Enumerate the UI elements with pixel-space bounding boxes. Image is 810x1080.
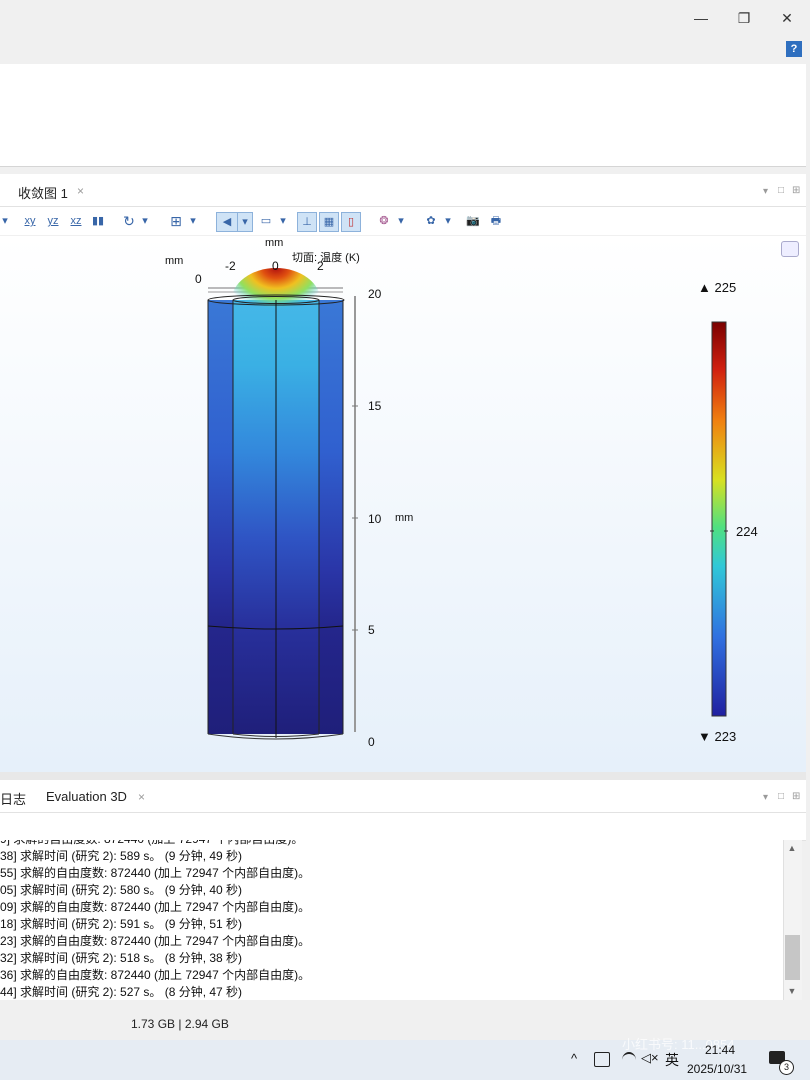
log-line: 38] 求解时间 (研究 2): 589 s。 (9 分钟, 49 秒): [0, 849, 243, 863]
plot-title: 切面: 温度 (K): [292, 252, 360, 264]
left-axis-unit: mm: [165, 255, 184, 267]
log-toolbar: [0, 813, 806, 841]
tray-app-icon[interactable]: [594, 1052, 610, 1067]
select-icon[interactable]: ⊞: [167, 212, 185, 230]
tab-close-icon[interactable]: ×: [77, 184, 84, 198]
help-button[interactable]: ?: [786, 41, 802, 57]
render-icon[interactable]: ❂: [375, 212, 393, 230]
window-icon[interactable]: ▭: [258, 212, 274, 230]
close-button[interactable]: ✕: [772, 6, 802, 30]
colorbar-max-label: ▲ 225: [698, 280, 737, 295]
dropdown-icon[interactable]: ▾: [139, 212, 151, 230]
pane-menu-icon[interactable]: ▾: [763, 792, 768, 803]
tab-close-icon[interactable]: ×: [138, 790, 145, 804]
maximize-button[interactable]: ❐: [729, 6, 759, 30]
dropdown-icon[interactable]: ▾: [0, 212, 10, 230]
clock-time[interactable]: 21:44: [705, 1043, 735, 1057]
tray-chevron-icon[interactable]: ^: [571, 1051, 577, 1066]
right-tick-label: 10: [368, 512, 382, 526]
top-tick-label: 0: [195, 272, 202, 286]
temperature-plot: [207, 268, 728, 740]
tab-convergence-plot[interactable]: 收敛图 1: [18, 183, 68, 202]
speaker-icon[interactable]: ◀: [216, 212, 238, 232]
log-line: 09] 求解的自由度数: 872440 (加上 72947 个内部自由度)。: [0, 900, 311, 914]
dropdown-icon[interactable]: ▾: [277, 212, 289, 230]
top-axis-unit: mm: [265, 237, 284, 249]
view-xz-icon[interactable]: xz: [68, 212, 84, 230]
right-tick-label: 20: [368, 287, 382, 301]
volume-icon[interactable]: ◁×: [641, 1050, 659, 1066]
log-line: 23] 求解的自由度数: 872440 (加上 72947 个内部自由度)。: [0, 934, 311, 948]
tab-evaluation-3d[interactable]: Evaluation 3D: [46, 789, 127, 804]
top-tick-label: 2: [317, 259, 324, 273]
dropdown-icon[interactable]: ▾: [395, 212, 407, 230]
log-line: 36] 求解的自由度数: 872440 (加上 72947 个内部自由度)。: [0, 968, 311, 982]
colorbar-icon[interactable]: ▯: [341, 212, 361, 232]
log-line: 55] 求解的自由度数: 872440 (加上 72947 个内部自由度)。: [0, 866, 311, 880]
log-line: 32] 求解时间 (研究 2): 518 s。 (8 分钟, 38 秒): [0, 951, 243, 965]
dropdown-icon[interactable]: ▾: [187, 212, 199, 230]
tab-log[interactable]: 日志: [0, 789, 26, 808]
wifi-icon[interactable]: [622, 1052, 636, 1068]
view-3d-icon[interactable]: ▮▮: [90, 212, 106, 230]
top-tick-label: 0: [272, 259, 279, 273]
pane-pin-icon[interactable]: ⊞: [792, 185, 800, 196]
print-icon[interactable]: 🖶: [487, 212, 505, 230]
pane-menu-icon[interactable]: ▾: [763, 186, 768, 197]
rotate-icon[interactable]: ↻: [121, 212, 137, 230]
log-line: 05] 求解时间 (研究 2): 580 s。 (9 分钟, 40 秒): [0, 883, 243, 897]
scrollbar-thumb[interactable]: [785, 935, 800, 980]
colorbar-min-label: ▼ 223: [698, 729, 737, 744]
colorbar-mid-label: 224: [736, 524, 758, 539]
log-line: 18] 求解时间 (研究 2): 591 s。 (9 分钟, 51 秒): [0, 917, 243, 931]
dropdown-icon[interactable]: ▾: [442, 212, 454, 230]
view-xy-icon[interactable]: xy: [22, 212, 38, 230]
view-yz-icon[interactable]: yz: [45, 212, 61, 230]
top-tick-label: -2: [225, 259, 236, 273]
pane-restore-icon[interactable]: □: [778, 791, 784, 802]
notification-badge: 3: [779, 1060, 794, 1075]
right-tick-label: 15: [368, 399, 382, 413]
axes-icon[interactable]: ⊥: [297, 212, 317, 232]
pane-restore-icon[interactable]: □: [778, 185, 784, 196]
ribbon-panel: [0, 64, 806, 167]
scroll-up-icon[interactable]: ▲: [786, 843, 798, 855]
grid-icon[interactable]: ▦: [319, 212, 339, 232]
right-tick-label: 5: [368, 623, 375, 637]
pane-splitter[interactable]: [0, 772, 806, 780]
scene-light-icon[interactable]: ✿: [422, 212, 440, 230]
right-tick-label: 0: [368, 735, 375, 749]
ime-indicator[interactable]: 英: [665, 1050, 679, 1070]
camera-icon[interactable]: 📷: [464, 212, 482, 230]
dropdown-icon[interactable]: ▾: [237, 212, 253, 232]
memory-usage: 1.73 GB | 2.94 GB: [131, 1017, 229, 1031]
minimize-button[interactable]: —: [686, 6, 716, 30]
right-axis-unit: mm: [395, 512, 414, 524]
graphics-tab-bar: [0, 174, 806, 207]
log-line: 44] 求解时间 (研究 2): 527 s。 (8 分钟, 47 秒): [0, 985, 243, 999]
pane-pin-icon[interactable]: ⊞: [792, 791, 800, 802]
scroll-down-icon[interactable]: ▼: [786, 986, 798, 998]
clock-date[interactable]: 2025/10/31: [687, 1062, 747, 1076]
